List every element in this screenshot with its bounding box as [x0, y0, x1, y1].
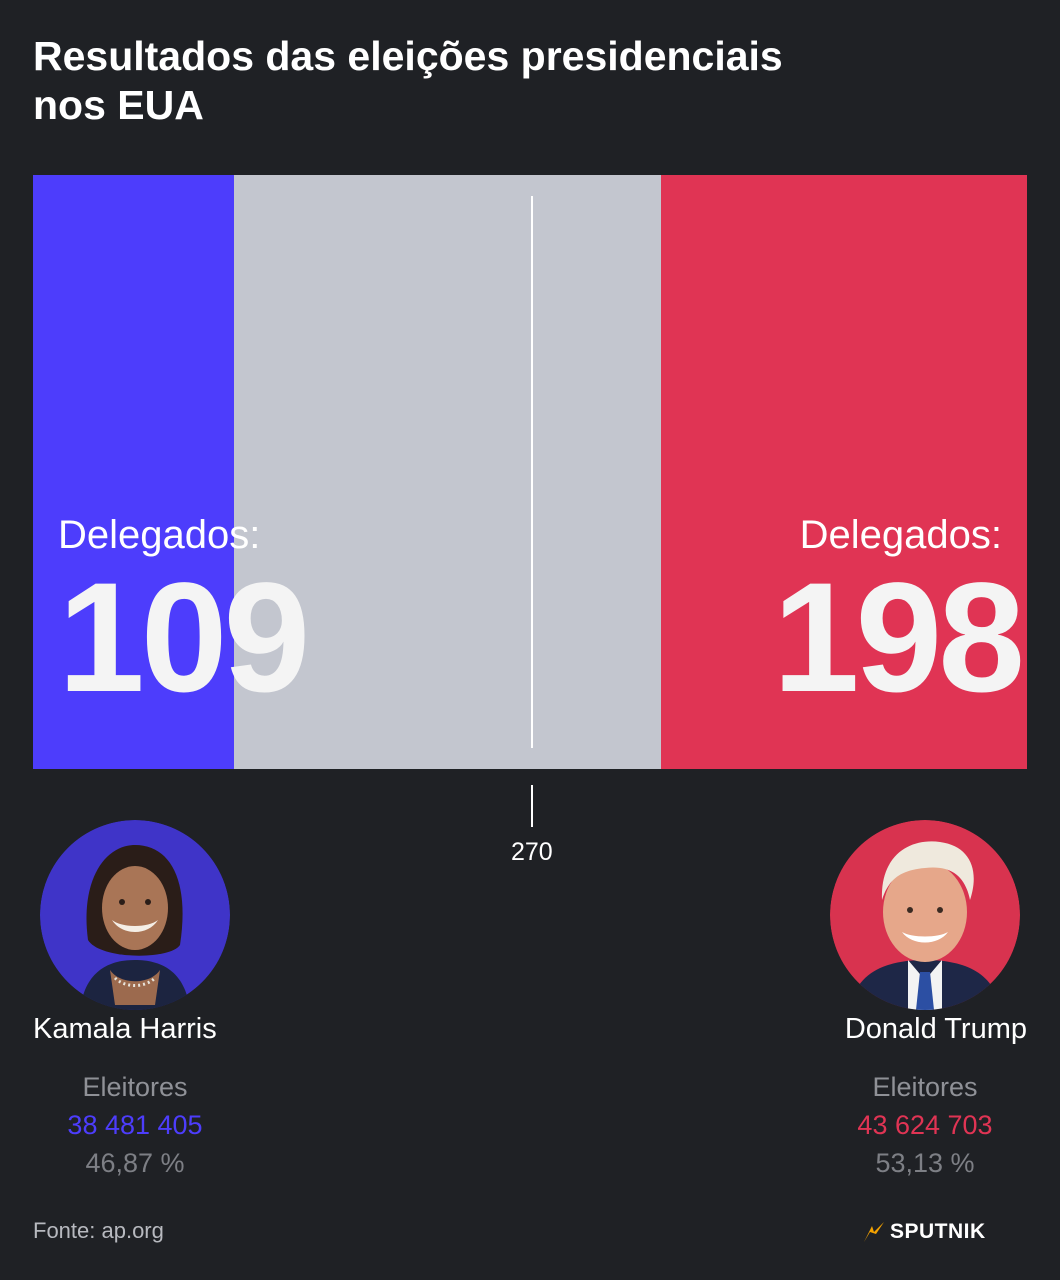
- brand-name: SPUTNIK: [890, 1220, 986, 1243]
- votes-value-harris: 38 481 405: [67, 1110, 203, 1140]
- votes-label-harris: Eleitores: [82, 1072, 188, 1102]
- votes-percent-harris: 46,87 %: [85, 1148, 185, 1178]
- title-line-2: nos EUA: [33, 82, 204, 128]
- delegates-value-harris: 109: [58, 551, 310, 725]
- source-note: Fonte: ap.org: [33, 1218, 164, 1243]
- avatar-harris: [40, 820, 230, 1010]
- page-title: Resultados das eleições presidenciais no…: [33, 32, 1033, 130]
- majority-label: 270: [510, 838, 553, 866]
- avatar-trump: [830, 820, 1020, 1010]
- majority-line: [530, 196, 533, 748]
- votes-percent-trump: 53,13 %: [875, 1148, 975, 1178]
- votes-value-trump: 43 624 703: [857, 1110, 993, 1140]
- delegates-value-trump: 198: [772, 551, 1025, 725]
- candidate-name-harris: Kamala Harris: [33, 1013, 217, 1045]
- title-line-1: Resultados das eleições presidenciais: [33, 33, 783, 79]
- delegates-bar: Delegados: 109 Delegados: 198: [33, 175, 1027, 769]
- votes-label-trump: Eleitores: [872, 1072, 978, 1102]
- portrait-trump-image: [830, 820, 1020, 1010]
- sputnik-logo-icon: [864, 1222, 884, 1242]
- candidate-name-trump: Donald Trump: [844, 1013, 1027, 1045]
- stats-trump: Eleitores 43 624 703 53,13 %: [815, 1068, 1035, 1182]
- majority-tick: [530, 785, 533, 827]
- sputnik-logo: SPUTNIK: [862, 1218, 986, 1246]
- stats-harris: Eleitores 38 481 405 46,87 %: [25, 1068, 245, 1182]
- portrait-harris-image: [40, 820, 230, 1010]
